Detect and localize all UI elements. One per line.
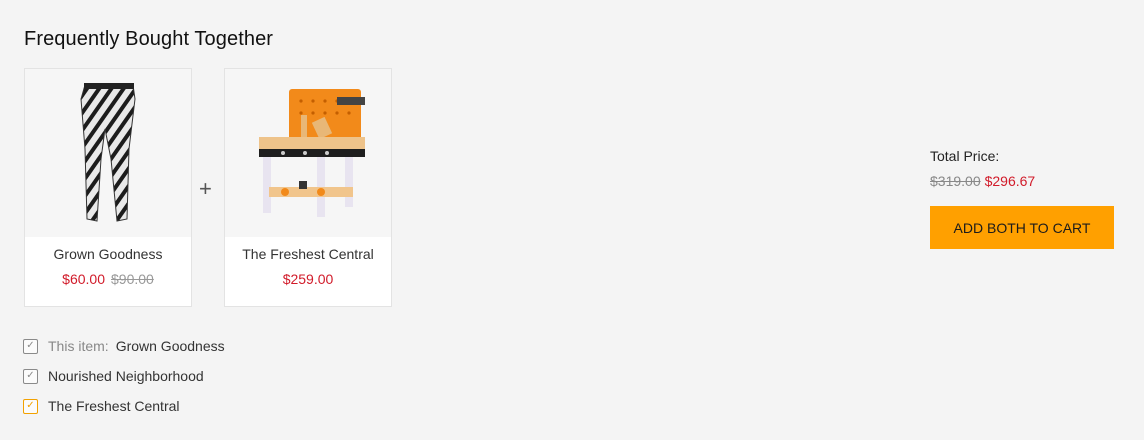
product-name[interactable]: Grown Goodness: [25, 246, 191, 262]
checkbox-checked-icon[interactable]: ✓: [23, 398, 38, 414]
product-prices: $60.00 $90.00: [25, 271, 191, 287]
total-price-label: Total Price:: [930, 148, 1000, 164]
section-title: Frequently Bought Together: [24, 28, 274, 50]
bundle-item-label: Grown Goodness: [115, 338, 225, 354]
original-price: $90.00: [111, 271, 154, 287]
total-original-price: $319.00: [930, 173, 981, 189]
checkbox-checked-icon[interactable]: ✓: [23, 368, 38, 384]
product-name[interactable]: The Freshest Central: [225, 246, 391, 262]
toy-workbench-image[interactable]: [225, 69, 391, 237]
bundle-item-freshest-central[interactable]: ✓ The Freshest Central: [23, 397, 180, 415]
plus-icon: +: [199, 176, 212, 201]
total-prices: $319.00 $296.67: [930, 173, 1035, 189]
product-prices: $259.00: [225, 271, 391, 287]
add-both-to-cart-button[interactable]: ADD BOTH TO CART: [930, 206, 1114, 249]
this-item-prefix: This item:: [48, 338, 109, 354]
checkbox-checked-icon[interactable]: ✓: [23, 338, 38, 354]
sale-price: $259.00: [282, 271, 334, 287]
product-card-freshest-central[interactable]: The Freshest Central $259.00: [224, 68, 392, 307]
bundle-item-nourished-neighborhood[interactable]: ✓ Nourished Neighborhood: [23, 367, 204, 385]
bundle-item-label: Nourished Neighborhood: [48, 368, 204, 384]
total-sale-price: $296.67: [984, 173, 1036, 189]
bundle-item-grown-goodness[interactable]: ✓ This item: Grown Goodness: [23, 337, 225, 355]
sale-price: $60.00: [62, 271, 105, 287]
zebra-leggings-image[interactable]: [25, 69, 191, 237]
bundle-item-label: The Freshest Central: [48, 398, 180, 414]
product-card-grown-goodness[interactable]: Grown Goodness $60.00 $90.00: [24, 68, 192, 307]
